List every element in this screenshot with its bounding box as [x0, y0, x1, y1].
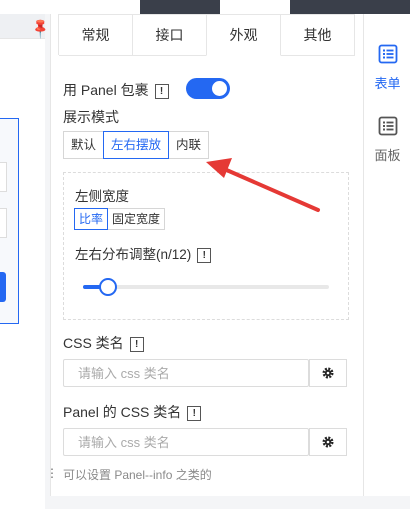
display-mode-default[interactable]: 默认 [63, 131, 105, 159]
left-width-label: 左侧宽度 [75, 189, 129, 204]
panel-css-class-row: Panel 的 CSS 类名! [63, 402, 202, 422]
display-mode-label: 展示模式 [63, 109, 119, 125]
css-class-label: CSS 类名 [63, 335, 124, 351]
resize-handle[interactable]: ⋮ [46, 466, 58, 480]
css-class-row: CSS 类名! [63, 333, 144, 353]
css-class-field [63, 359, 309, 387]
wrap-panel-row: 用 Panel 包裹! [63, 80, 169, 100]
component-rail: 表单 面板 [363, 14, 410, 496]
tab-other[interactable]: 其他 [280, 14, 355, 55]
rail-item-form-label: 表单 [374, 76, 401, 91]
rail-item-panel-label: 面板 [374, 148, 401, 163]
editor-canvas [0, 14, 45, 509]
left-width-selector: 比率 固定宽度 [74, 208, 166, 230]
tab-bar: 常规 接口 外观 其他 [58, 14, 355, 56]
top-bar [0, 0, 410, 14]
list-icon [378, 44, 397, 64]
display-mode-horizontal[interactable]: 左右摆放 [103, 131, 170, 159]
distribution-row: 左右分布调整(n/12)! [75, 243, 212, 263]
help-icon[interactable]: ! [197, 247, 212, 263]
css-class-settings-button[interactable] [309, 359, 347, 387]
rail-item-panel[interactable]: 面板 [364, 116, 410, 164]
help-icon[interactable]: ! [187, 405, 202, 421]
tab-appearance[interactable]: 外观 [206, 14, 281, 56]
left-width-ratio[interactable]: 比率 [74, 208, 109, 230]
panel-css-class-input[interactable] [64, 429, 308, 455]
panel-css-class-label: Panel 的 CSS 类名 [63, 404, 182, 420]
canvas-button [0, 272, 6, 302]
left-width-fixed[interactable]: 固定宽度 [107, 208, 166, 230]
wrap-panel-switch[interactable] [186, 78, 230, 99]
panel-css-class-settings-button[interactable] [309, 428, 347, 456]
canvas-input [0, 208, 7, 238]
tab-general[interactable]: 常规 [58, 14, 133, 55]
top-bar-segment [290, 0, 410, 14]
distribution-slider-handle[interactable] [99, 278, 117, 296]
top-bar-segment [140, 0, 220, 14]
panel-icon [378, 116, 397, 136]
help-icon[interactable]: ! [154, 83, 169, 99]
wrap-panel-label: 用 Panel 包裹 [63, 82, 149, 98]
distribution-slider-track[interactable] [83, 285, 329, 289]
settings-panel: 常规 接口 外观 其他 用 Panel 包裹! 展示模式 默认 左右摆放 内联 … [50, 14, 363, 496]
distribution-label: 左右分布调整(n/12) [75, 247, 192, 262]
help-icon[interactable]: ! [129, 336, 144, 352]
rail-item-form[interactable]: 表单 [364, 44, 410, 92]
display-mode-selector: 默认 左右摆放 内联 [63, 131, 210, 159]
panel-css-class-field [63, 428, 309, 456]
tab-api[interactable]: 接口 [132, 14, 207, 55]
display-mode-inline[interactable]: 内联 [168, 131, 210, 159]
canvas-input [0, 162, 7, 192]
gear-icon [322, 367, 334, 379]
switch-knob [212, 81, 227, 96]
gear-icon [322, 436, 334, 448]
panel-css-hint: 可以设置 Panel--info 之类的 [63, 468, 212, 482]
css-class-input[interactable] [64, 360, 308, 386]
